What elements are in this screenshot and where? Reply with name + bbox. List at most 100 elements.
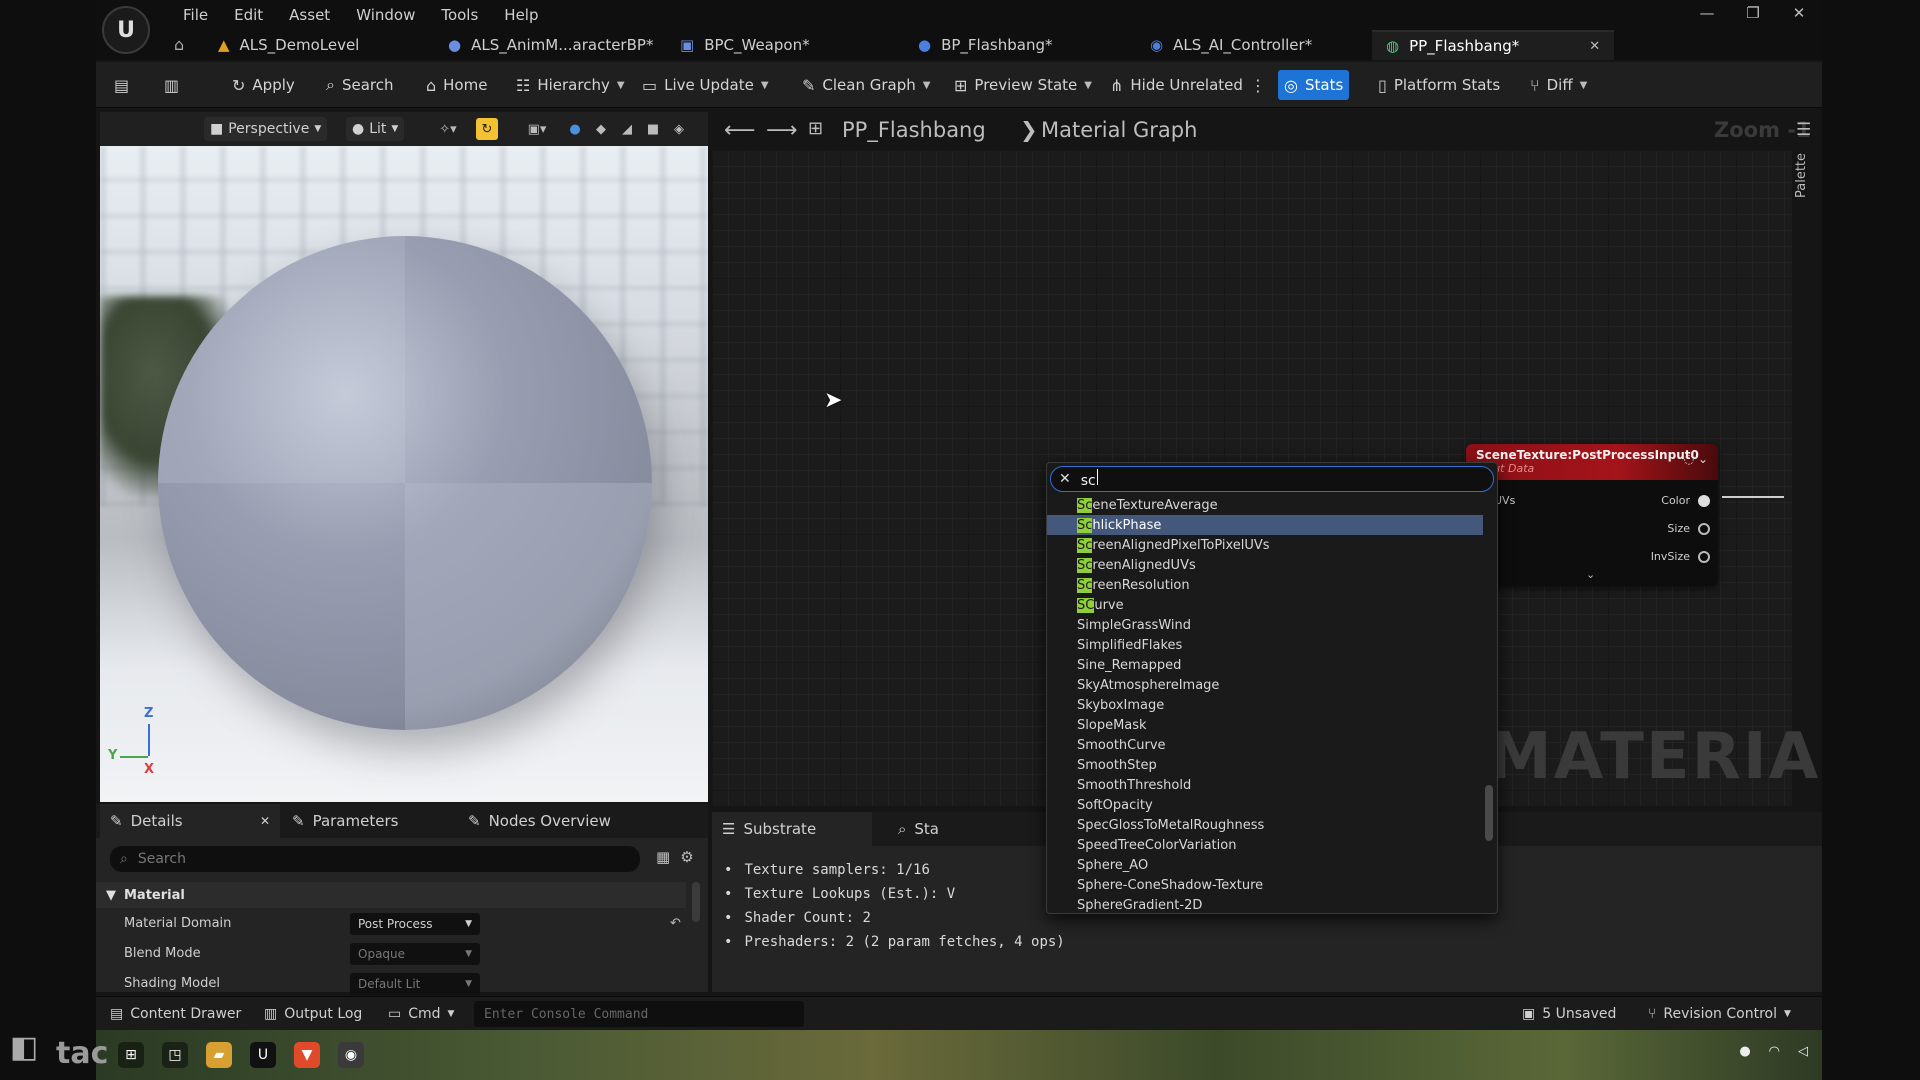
material-preview-viewport[interactable]: Z Y X (100, 146, 708, 802)
close-tab-icon[interactable]: ✕ (1589, 39, 1600, 54)
search-result-item[interactable]: Sc hlickPhase (1047, 515, 1483, 535)
close-icon[interactable]: ✕ (260, 814, 270, 828)
tab-bp-flashbang[interactable]: ● BP_Flashbang* (904, 30, 1066, 60)
search-result-item[interactable]: SpecGlossToMetalRoughness (1047, 815, 1483, 835)
forward-arrow-icon[interactable]: ⟶ (766, 118, 798, 143)
details-search-input[interactable]: ⌕ Search (110, 846, 640, 872)
clean-graph-button[interactable]: ✎ Clean Graph ▼ (796, 70, 936, 100)
home-button[interactable]: ⌂ Home (420, 70, 493, 100)
output-log-button[interactable]: ▥ Output Log (258, 1001, 368, 1027)
palette-tab[interactable]: Palette (1794, 153, 1822, 198)
pin-color[interactable]: Color (1661, 494, 1710, 507)
home-icon[interactable]: ⌂ (174, 35, 184, 54)
taskview-icon[interactable]: ◳ (162, 1042, 188, 1068)
tray-icon[interactable]: ● (1739, 1044, 1750, 1059)
search-result-item[interactable]: SpeedTreeColorVariation (1047, 835, 1483, 855)
search-result-item[interactable]: SkyAtmosphereImage (1047, 675, 1483, 695)
unreal-taskbar-icon[interactable]: U (250, 1042, 276, 1068)
cmd-dropdown[interactable]: ▭ Cmd ▼ (382, 1001, 460, 1027)
preview-toggle-icon[interactable]: ◌ (1684, 452, 1694, 466)
details-scrollbar[interactable] (692, 882, 700, 922)
show-flags-icon[interactable]: ✧▾ (428, 118, 468, 140)
console-command-input[interactable]: Enter Console Command (474, 1001, 804, 1027)
table-view-icon[interactable]: ▦ (656, 848, 670, 866)
search-result-item[interactable]: SmoothCurve (1047, 735, 1483, 755)
browse-button[interactable]: ▥ (158, 70, 185, 100)
unsaved-button[interactable]: ▣ 5 Unsaved (1516, 1001, 1622, 1027)
cube-preview-icon[interactable]: ■ (642, 118, 664, 140)
menu-file[interactable]: File (170, 4, 221, 26)
search-result-item[interactable]: Sc reenAlignedPixelToPixelUVs (1047, 535, 1483, 555)
preview-mesh-icon[interactable]: ▣▾ (520, 118, 554, 140)
chrome-icon[interactable]: ◉ (338, 1042, 364, 1068)
revision-control-button[interactable]: ⑂ Revision Control ▼ (1642, 1001, 1797, 1027)
search-result-item[interactable]: Sc reenResolution (1047, 575, 1483, 595)
content-drawer-button[interactable]: ▤ Content Drawer (104, 1001, 247, 1027)
volume-icon[interactable]: ◁ (1798, 1044, 1808, 1059)
breadcrumb-asset[interactable]: PP_Flashbang (842, 118, 986, 142)
start-icon[interactable]: ⊞ (118, 1042, 144, 1068)
search-result-item[interactable]: SimpleGrassWind (1047, 615, 1483, 635)
preview-state-button[interactable]: ⊞ Preview State ▼ (948, 70, 1098, 100)
back-arrow-icon[interactable]: ⟵ (724, 118, 756, 143)
scene-texture-node[interactable]: SceneTexture:PostProcessInput0 Input Dat… (1466, 444, 1718, 586)
hide-unrelated-button[interactable]: ⋔ Hide Unrelated (1104, 70, 1249, 100)
more-options-button[interactable]: ⋮ (1244, 70, 1272, 100)
menu-help[interactable]: Help (491, 4, 551, 26)
chevron-down-icon[interactable]: ⌄ (1698, 452, 1708, 466)
results-scrollbar[interactable] (1485, 785, 1493, 841)
shading-model-dropdown[interactable]: Default Lit ▼ (350, 973, 480, 995)
search-result-item[interactable]: SmoothStep (1047, 755, 1483, 775)
tab-pp-flashbang[interactable]: ◍ PP_Flashbang* ✕ (1372, 30, 1615, 60)
live-update-button[interactable]: ▭ Live Update ▼ (636, 70, 775, 100)
menu-tools[interactable]: Tools (428, 4, 491, 26)
platform-stats-button[interactable]: ▯ Platform Stats (1372, 70, 1506, 100)
tab-als-ai-controller[interactable]: ◉ ALS_AI_Controller* (1136, 30, 1326, 60)
explorer-icon[interactable]: ▰ (206, 1042, 232, 1068)
tab-substrate[interactable]: ☰ Substrate (712, 812, 872, 846)
material-section-header[interactable]: ▼ Material (96, 882, 686, 908)
hamburger-menu-icon[interactable]: ☰ (1796, 120, 1811, 140)
realtime-toggle-icon[interactable]: ↻ (476, 118, 498, 140)
menu-edit[interactable]: Edit (221, 4, 276, 26)
menu-asset[interactable]: Asset (276, 4, 343, 26)
search-button[interactable]: ⌕ Search (320, 70, 400, 100)
save-button[interactable]: ▤ (108, 70, 135, 100)
sphere-preview-icon[interactable]: ● (564, 118, 586, 140)
search-result-item[interactable]: SphereGradient-2D (1047, 895, 1483, 913)
menu-window[interactable]: Window (343, 4, 428, 26)
search-result-item[interactable]: SlopeMask (1047, 715, 1483, 735)
cylinder-preview-icon[interactable]: ◆ (590, 118, 612, 140)
mesh-preview-icon[interactable]: ◈ (668, 118, 690, 140)
tab-als-animbp[interactable]: ● ALS_AnimM...aracterBP* (434, 30, 667, 60)
search-result-item[interactable]: SC urve (1047, 595, 1483, 615)
search-result-item[interactable]: Sine_Remapped (1047, 655, 1483, 675)
lit-dropdown[interactable]: ● Lit ▼ (346, 117, 405, 141)
search-result-item[interactable]: SkyboxImage (1047, 695, 1483, 715)
hierarchy-button[interactable]: ☷ Hierarchy ▼ (510, 70, 631, 100)
material-domain-dropdown[interactable]: Post Process ▼ (350, 913, 480, 935)
tab-bpc-weapon[interactable]: ▣ BPC_Weapon* (666, 30, 824, 60)
search-result-item[interactable]: Sphere_AO (1047, 855, 1483, 875)
tab-details[interactable]: ✎ Details ✕ (100, 804, 280, 838)
stats-button[interactable]: ◎ Stats (1278, 70, 1350, 100)
reset-icon[interactable]: ↶ (670, 916, 681, 931)
clear-search-icon[interactable]: ✕ (1059, 471, 1071, 487)
gear-icon[interactable]: ⚙ (680, 848, 693, 866)
pin-size[interactable]: Size (1667, 522, 1710, 535)
maximize-button[interactable]: ❐ (1730, 0, 1776, 26)
minimize-button[interactable]: — (1684, 0, 1730, 26)
network-icon[interactable]: ◠ (1769, 1044, 1780, 1059)
apply-button[interactable]: ↻ Apply (226, 70, 301, 100)
pin-invsize[interactable]: InvSize (1651, 550, 1710, 563)
unreal-logo-icon[interactable]: U (102, 6, 150, 54)
search-result-item[interactable]: SimplifiedFlakes (1047, 635, 1483, 655)
search-result-item[interactable]: SoftOpacity (1047, 795, 1483, 815)
node-search-input[interactable]: ✕ sc (1050, 466, 1494, 492)
search-result-item[interactable]: Sphere-ConeShadow-Texture (1047, 875, 1483, 895)
graph-hierarchy-icon[interactable]: ⊞ (808, 118, 823, 139)
plane-preview-icon[interactable]: ◢ (616, 118, 638, 140)
search-result-item[interactable]: Sc reenAlignedUVs (1047, 555, 1483, 575)
tab-als-demolevel[interactable]: ▲ ALS_DemoLevel (204, 30, 373, 60)
brave-icon[interactable]: ▼ (294, 1042, 320, 1068)
